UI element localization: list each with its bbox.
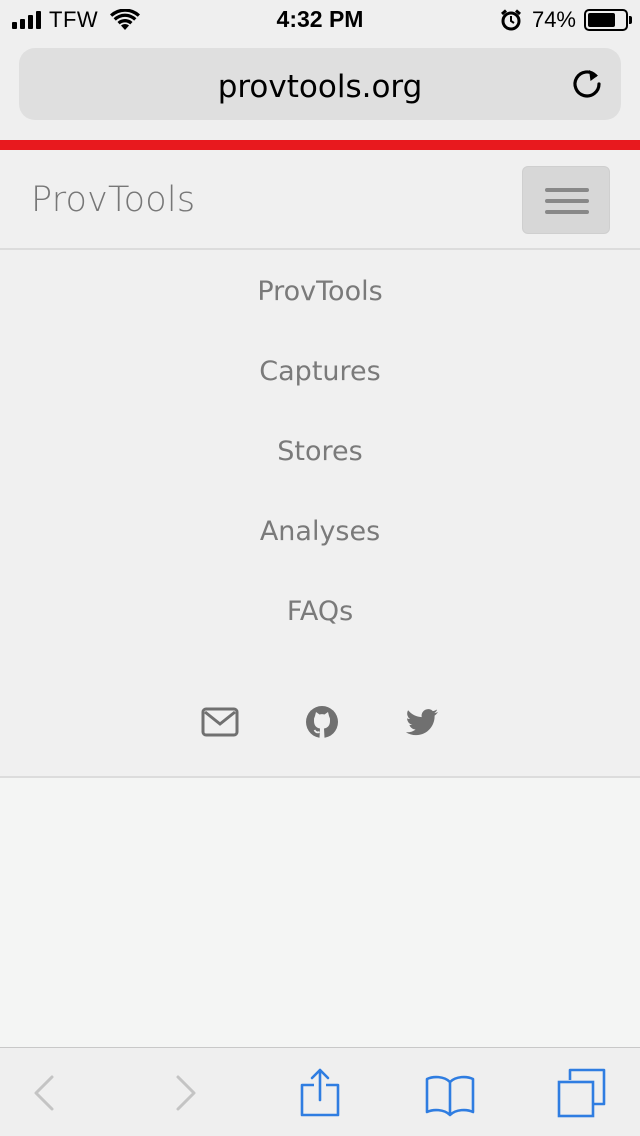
forward-icon[interactable]	[160, 1068, 210, 1118]
bookmarks-icon[interactable]	[425, 1068, 475, 1118]
phone-screen: TFW 4:32 PM 74% provtools.org ProvTools …	[0, 0, 640, 1136]
status-right: 74%	[500, 7, 632, 32]
nav-item-stores[interactable]: Stores	[0, 412, 640, 492]
hamburger-icon-bar	[545, 199, 589, 203]
battery-percent: 74%	[531, 7, 576, 32]
accent-divider	[0, 140, 640, 150]
mail-icon[interactable]	[200, 704, 240, 740]
back-icon[interactable]	[20, 1068, 70, 1118]
github-icon[interactable]	[302, 704, 342, 740]
alarm-icon	[500, 9, 521, 31]
nav-item-provtools[interactable]: ProvTools	[0, 252, 640, 332]
social-links	[0, 700, 640, 744]
share-icon[interactable]	[295, 1068, 345, 1118]
hamburger-icon	[545, 188, 589, 192]
url-text[interactable]: provtools.org	[19, 72, 621, 103]
battery-icon	[584, 9, 632, 31]
site-navbar: ProvTools ProvTools Captures Stores Anal…	[0, 150, 640, 778]
reload-icon[interactable]	[569, 66, 605, 102]
menu-toggle-button[interactable]	[522, 166, 610, 234]
site-brand[interactable]: ProvTools	[31, 180, 195, 220]
nav-item-analyses[interactable]: Analyses	[0, 492, 640, 572]
nav-menu: ProvTools Captures Stores Analyses FAQs	[0, 252, 640, 652]
navbar-header: ProvTools	[0, 150, 640, 250]
browser-address-area: provtools.org	[0, 40, 640, 140]
battery-fill	[588, 13, 615, 27]
browser-toolbar	[0, 1047, 640, 1136]
twitter-icon[interactable]	[402, 704, 442, 740]
nav-item-captures[interactable]: Captures	[0, 332, 640, 412]
hamburger-icon-bar	[545, 210, 589, 214]
nav-item-faqs[interactable]: FAQs	[0, 572, 640, 652]
tabs-icon[interactable]	[556, 1068, 606, 1118]
status-bar: TFW 4:32 PM 74%	[0, 0, 640, 40]
address-bar[interactable]: provtools.org	[19, 48, 621, 120]
